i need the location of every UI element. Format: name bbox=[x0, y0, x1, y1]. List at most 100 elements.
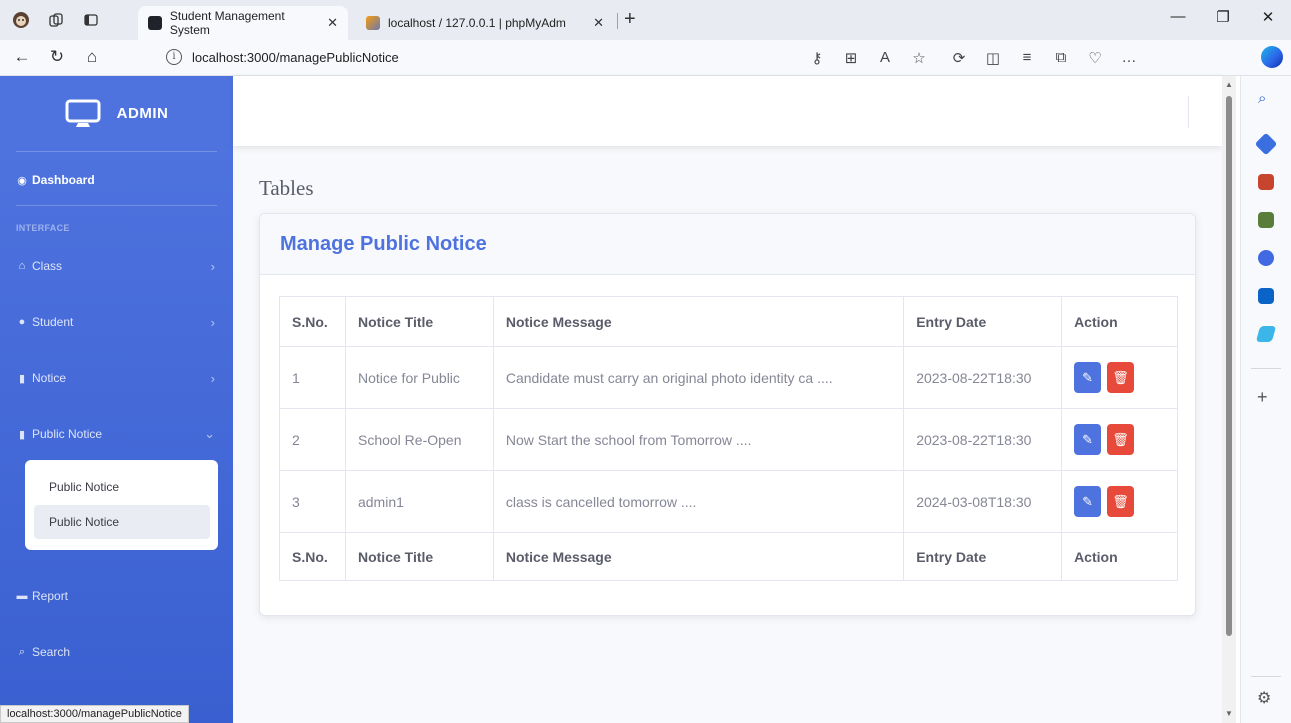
notice-table: S.No. Notice Title Notice Message Entry … bbox=[279, 296, 1178, 581]
chevron-right-icon: › bbox=[210, 258, 215, 274]
games-icon[interactable] bbox=[1258, 212, 1274, 228]
card-header: Manage Public Notice bbox=[260, 214, 1195, 275]
trash-icon: 🗑 bbox=[1112, 370, 1129, 385]
search-icon[interactable]: ⌕ bbox=[1258, 90, 1274, 107]
column-header: Notice Message bbox=[492, 296, 905, 347]
new-tab-icon[interactable]: + bbox=[624, 8, 636, 31]
cell-date: 2023-08-22T18:30 bbox=[903, 408, 1063, 471]
table-row: 3 admin1 class is cancelled tomorrow ...… bbox=[279, 470, 1178, 533]
trash-icon: 🗑 bbox=[1112, 494, 1129, 509]
phpmyadmin-favicon-icon bbox=[366, 16, 380, 30]
table-row: 2 School Re-Open Now Start the school fr… bbox=[279, 408, 1178, 471]
close-tab-icon[interactable]: ✕ bbox=[593, 15, 604, 31]
minimize-icon[interactable]: — bbox=[1163, 8, 1193, 25]
scrollbar-thumb[interactable] bbox=[1226, 96, 1232, 636]
sidebar-item-search[interactable]: ⌕ Search bbox=[16, 642, 217, 662]
edit-icon: ✎ bbox=[1082, 494, 1094, 509]
refresh-icon[interactable]: ↻ bbox=[45, 47, 69, 67]
url-field[interactable]: localhost:3000/managePublicNotice bbox=[192, 50, 399, 65]
edit-button[interactable]: ✎ bbox=[1074, 424, 1102, 455]
tab-phpmyadmin[interactable]: localhost / 127.0.0.1 | phpMyAdm ✕ bbox=[356, 6, 614, 40]
column-header: Entry Date bbox=[903, 296, 1063, 347]
back-icon[interactable]: ← bbox=[10, 47, 34, 67]
sidebar-item-label: Student bbox=[32, 315, 74, 329]
close-window-icon[interactable]: ✕ bbox=[1253, 8, 1283, 26]
sidebar-item-class[interactable]: ⌂ Class › bbox=[16, 256, 217, 276]
outlook-icon[interactable] bbox=[1258, 288, 1274, 304]
sidebar-item-public-notice[interactable]: ▮ Public Notice ⌄ bbox=[16, 424, 217, 444]
more-menu-icon[interactable]: … bbox=[1118, 49, 1140, 66]
column-header: Action bbox=[1061, 296, 1178, 347]
sidebar-item-label: Search bbox=[32, 645, 71, 659]
shopping-tag-icon[interactable] bbox=[1254, 132, 1278, 156]
url-host: localhost bbox=[192, 50, 244, 65]
card-title: Manage Public Notice bbox=[280, 233, 487, 255]
browser-tab-bar: Student Management System ✕ localhost / … bbox=[0, 0, 1291, 40]
favorite-star-icon[interactable]: ☆ bbox=[908, 49, 930, 67]
gear-icon[interactable]: ⚙ bbox=[1257, 688, 1271, 708]
sidebar-item-report[interactable]: ▬ Report bbox=[16, 586, 217, 606]
tab-actions-icon[interactable] bbox=[80, 9, 102, 31]
sidebar-heading: INTERFACE bbox=[16, 223, 70, 233]
cell-sno: 2 bbox=[279, 408, 346, 471]
main-content: Tables Manage Public Notice S.No. Notice… bbox=[233, 76, 1222, 723]
copilot-icon[interactable] bbox=[1261, 46, 1283, 68]
edit-icon: ✎ bbox=[1082, 370, 1094, 385]
tab-label: Student Management System bbox=[169, 9, 285, 37]
file-icon: ▮ bbox=[18, 372, 26, 385]
favorites-icon[interactable]: ≡ bbox=[1016, 49, 1038, 66]
password-key-icon[interactable]: ⚷ bbox=[806, 49, 828, 67]
folder-icon: ▬ bbox=[16, 590, 28, 602]
scroll-down-icon[interactable]: ▼ bbox=[1225, 709, 1233, 718]
app-sidebar: ADMIN ◉ Dashboard INTERFACE ⌂ Class › ● … bbox=[0, 76, 233, 723]
profile-icon[interactable] bbox=[10, 9, 32, 31]
sidebar-item-notice[interactable]: ▮ Notice › bbox=[16, 368, 217, 388]
scroll-up-icon[interactable]: ▲ bbox=[1225, 80, 1233, 89]
chevron-right-icon: › bbox=[210, 314, 215, 330]
delete-button[interactable]: 🗑 bbox=[1106, 424, 1134, 455]
submenu-item-public-notice-active[interactable]: Public Notice bbox=[34, 505, 210, 539]
drop-icon[interactable] bbox=[1255, 326, 1277, 342]
restore-icon[interactable]: ❐ bbox=[1208, 8, 1238, 26]
tab-student-management[interactable]: Student Management System ✕ bbox=[138, 6, 348, 40]
sidebar-item-dashboard[interactable]: ◉ Dashboard bbox=[16, 170, 217, 190]
submenu-item-public-notice[interactable]: Public Notice bbox=[34, 470, 210, 504]
sidebar-item-label: Class bbox=[32, 259, 63, 273]
add-sidebar-app-icon[interactable]: + bbox=[1257, 387, 1268, 408]
react-favicon-icon bbox=[148, 16, 162, 30]
page-scrollbar[interactable]: ▲ ▼ bbox=[1222, 76, 1236, 723]
microsoft-365-icon[interactable] bbox=[1258, 250, 1274, 266]
sidebar-brand[interactable]: ADMIN bbox=[0, 76, 233, 151]
tools-icon[interactable] bbox=[1258, 174, 1274, 190]
sidebar-item-label: Public Notice bbox=[32, 427, 103, 441]
cell-sno: 1 bbox=[279, 346, 346, 409]
delete-button[interactable]: 🗑 bbox=[1106, 362, 1134, 393]
collections-icon[interactable]: ⧉ bbox=[1050, 49, 1072, 66]
immersive-reader-icon[interactable]: ⊞ bbox=[840, 49, 862, 67]
browser-essentials-icon[interactable]: ♡ bbox=[1084, 49, 1106, 67]
monitor-icon bbox=[65, 99, 101, 129]
edit-button[interactable]: ✎ bbox=[1074, 362, 1102, 393]
workspaces-icon[interactable] bbox=[45, 9, 67, 31]
cell-date: 2023-08-22T18:30 bbox=[903, 346, 1063, 409]
extensions-icon[interactable]: ⟳ bbox=[948, 49, 970, 67]
site-info-icon[interactable]: i bbox=[166, 49, 182, 65]
cell-actions: ✎ 🗑 bbox=[1061, 408, 1178, 471]
read-aloud-icon[interactable]: A bbox=[874, 49, 896, 66]
cell-sno: 3 bbox=[279, 470, 346, 533]
delete-button[interactable]: 🗑 bbox=[1106, 486, 1134, 517]
home-icon[interactable]: ⌂ bbox=[80, 47, 104, 67]
column-footer: Action bbox=[1061, 532, 1178, 581]
sidebar-item-student[interactable]: ● Student › bbox=[16, 312, 217, 332]
close-tab-icon[interactable]: ✕ bbox=[327, 15, 338, 31]
sidebar-divider bbox=[16, 151, 217, 152]
cell-actions: ✎ 🗑 bbox=[1061, 470, 1178, 533]
edge-divider bbox=[1251, 368, 1281, 369]
edit-button[interactable]: ✎ bbox=[1074, 486, 1102, 517]
column-footer: Entry Date bbox=[903, 532, 1063, 581]
split-screen-icon[interactable]: ◫ bbox=[982, 49, 1004, 67]
brand-title: ADMIN bbox=[116, 105, 169, 122]
url-path: :3000/managePublicNotice bbox=[243, 50, 399, 65]
edge-divider bbox=[1251, 676, 1281, 677]
page-title: Tables bbox=[259, 176, 314, 200]
